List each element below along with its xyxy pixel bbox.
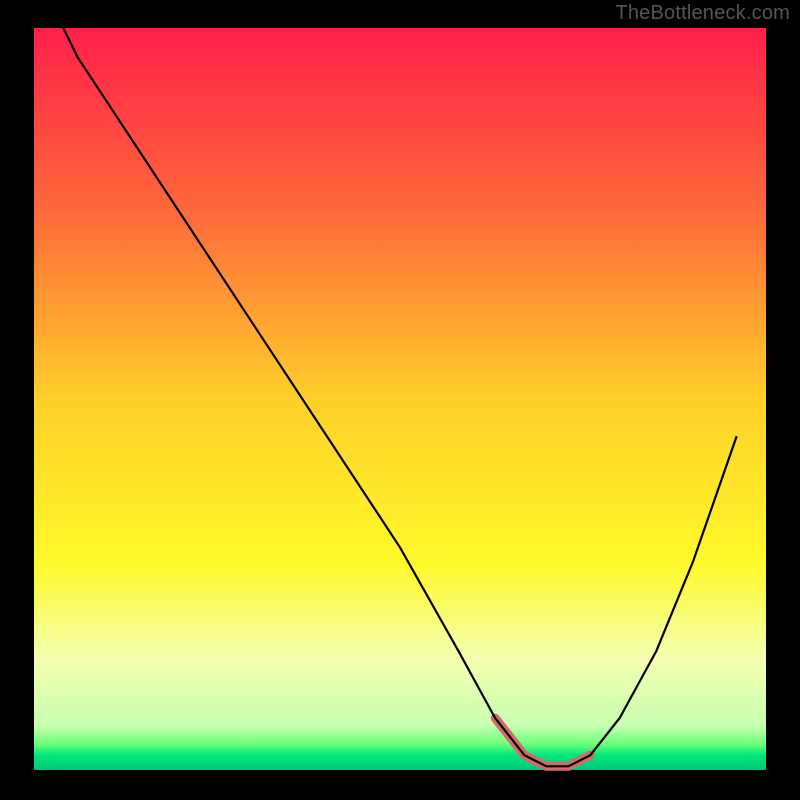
attribution-text: TheBottleneck.com — [615, 2, 790, 25]
chart-frame: TheBottleneck.com — [0, 0, 800, 800]
bottleneck-chart — [0, 0, 800, 800]
plot-background — [34, 28, 766, 770]
